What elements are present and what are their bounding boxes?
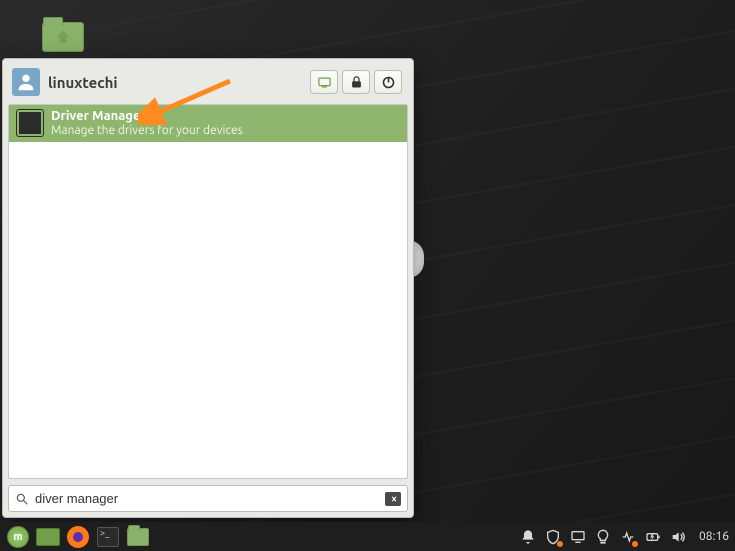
user-icon xyxy=(15,71,37,93)
search-icon xyxy=(15,492,29,506)
files-icon xyxy=(127,528,149,546)
net-dot xyxy=(632,541,638,547)
menu-header: linuxtechi xyxy=(8,64,408,104)
tray-tips[interactable] xyxy=(595,529,611,545)
power-icon xyxy=(381,75,396,90)
terminal-icon xyxy=(97,527,119,547)
result-title: Driver Manager xyxy=(51,109,243,124)
driver-manager-icon xyxy=(17,110,43,136)
taskbar-tray: 08:16 xyxy=(520,529,729,545)
tray-volume[interactable] xyxy=(670,529,686,545)
result-text: Driver Manager Manage the drivers for yo… xyxy=(51,109,243,138)
tray-network[interactable] xyxy=(620,529,636,545)
logout-button[interactable] xyxy=(310,70,338,94)
lock-icon xyxy=(349,75,364,90)
taskbar-clock[interactable]: 08:16 xyxy=(699,530,729,543)
tray-firewall[interactable] xyxy=(545,529,561,545)
taskbar: m xyxy=(0,522,735,551)
user-avatar[interactable] xyxy=(12,68,40,96)
terminal-launcher[interactable] xyxy=(96,526,120,548)
start-menu-button[interactable]: m xyxy=(6,526,30,548)
desktop-icon xyxy=(36,528,60,546)
mint-logo-icon: m xyxy=(7,526,29,548)
clear-search-button[interactable] xyxy=(385,492,401,506)
tray-battery[interactable] xyxy=(645,529,661,545)
tray-notifications[interactable] xyxy=(520,529,536,545)
application-menu: linuxtechi Driver Manager Manag xyxy=(2,58,414,518)
taskbar-left: m xyxy=(6,526,150,548)
result-item-driver-manager[interactable]: Driver Manager Manage the drivers for yo… xyxy=(9,105,407,142)
shutdown-button[interactable] xyxy=(374,70,402,94)
bulb-icon xyxy=(595,529,611,545)
volume-icon xyxy=(670,529,686,545)
search-input[interactable] xyxy=(35,491,385,506)
logout-icon xyxy=(317,75,332,90)
firefox-icon xyxy=(67,526,89,548)
bell-icon xyxy=(520,529,536,545)
search-bar[interactable] xyxy=(8,485,408,512)
username-label: linuxtechi xyxy=(48,74,306,91)
search-results: Driver Manager Manage the drivers for yo… xyxy=(8,104,408,479)
folder-icon xyxy=(42,22,84,52)
lock-button[interactable] xyxy=(342,70,370,94)
backspace-icon xyxy=(387,494,399,504)
desktop-home-folder[interactable] xyxy=(42,22,84,54)
show-desktop-button[interactable] xyxy=(36,526,60,548)
firefox-launcher[interactable] xyxy=(66,526,90,548)
files-launcher[interactable] xyxy=(126,526,150,548)
tray-display[interactable] xyxy=(570,529,586,545)
result-description: Manage the drivers for your devices xyxy=(51,124,243,138)
update-dot xyxy=(557,541,563,547)
battery-icon xyxy=(645,529,661,545)
display-icon xyxy=(570,529,586,545)
